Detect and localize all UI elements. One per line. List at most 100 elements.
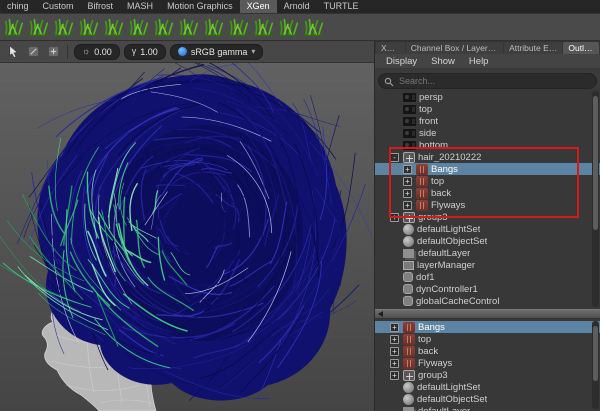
select-cursor-icon[interactable] — [5, 44, 21, 60]
exposure-icon: ☼ — [82, 47, 90, 56]
outliner-menubar: DisplayShowHelp — [375, 54, 600, 69]
panel-menu-display[interactable]: Display — [379, 56, 424, 67]
outliner-row-bangs[interactable]: +Bangs — [375, 321, 600, 333]
gamma-field[interactable]: γ 1.00 — [124, 44, 166, 60]
tab-xgen[interactable]: XGen — [376, 42, 405, 54]
expander-plus-icon[interactable]: + — [403, 201, 412, 210]
menubar-item-motion-graphics[interactable]: Motion Graphics — [160, 0, 240, 13]
outliner-row-dyncontroller1[interactable]: dynController1 — [375, 283, 600, 295]
outliner-row-dof1[interactable]: dof1 — [375, 271, 600, 283]
expander-plus-icon[interactable]: + — [403, 177, 412, 186]
node-label: side — [419, 128, 436, 139]
outliner-row-front[interactable]: front — [375, 115, 600, 127]
menubar-item-ching[interactable]: ching — [0, 0, 36, 13]
outliner-row-globalcachecontrol[interactable]: globalCacheControl — [375, 295, 600, 307]
scrollbar-top[interactable] — [592, 91, 599, 307]
outliner-row-top[interactable]: top — [375, 103, 600, 115]
outliner-row-defaultlayer[interactable]: defaultLayer — [375, 247, 600, 259]
scrollbar-thumb[interactable] — [593, 96, 598, 230]
scrollbar-thumb[interactable] — [593, 326, 598, 381]
node-label: defaultObjectSet — [417, 236, 487, 247]
outliner-row-group3[interactable]: +group3 — [375, 211, 600, 223]
menubar-item-turtle[interactable]: TURTLE — [317, 0, 366, 13]
view-transform-label: sRGB gamma — [191, 47, 248, 57]
expander-plus-icon[interactable]: + — [390, 335, 399, 344]
xgen-grass-icon-11[interactable] — [252, 15, 276, 39]
expander-plus-icon[interactable]: + — [390, 371, 399, 380]
xgen-grass-icon-7[interactable] — [152, 15, 176, 39]
set-icon — [403, 382, 414, 393]
xgen-grass-icon-8[interactable] — [177, 15, 201, 39]
xgen-grass-icon-3[interactable] — [52, 15, 76, 39]
outliner-row-persp[interactable]: persp — [375, 91, 600, 103]
expander-plus-icon[interactable]: + — [390, 323, 399, 332]
outliner-row-defaultlightset[interactable]: defaultLightSet — [375, 223, 600, 235]
view-transform-dropdown[interactable]: sRGB gamma ▾ — [170, 44, 264, 60]
outliner-row-back[interactable]: +back — [375, 187, 600, 199]
toolbar-separator — [67, 45, 68, 59]
tool-icon-2[interactable] — [45, 44, 61, 60]
outliner-row-top[interactable]: +top — [375, 175, 600, 187]
xgen-grass-icon-4[interactable] — [77, 15, 101, 39]
outliner-row-defaultobjectset[interactable]: defaultObjectSet — [375, 393, 600, 405]
exposure-field[interactable]: ☼ 0.00 — [74, 44, 120, 60]
xgen-grass-icon-12[interactable] — [277, 15, 301, 39]
camera-icon — [403, 117, 416, 126]
outliner-row-back[interactable]: +back — [375, 345, 600, 357]
set-icon — [403, 394, 414, 405]
search-icon — [384, 74, 394, 84]
tab-attribute-editor[interactable]: Attribute Editor — [504, 42, 562, 54]
node-label: top — [419, 104, 432, 115]
menubar-item-xgen[interactable]: XGen — [240, 0, 277, 13]
outliner-row-flyways[interactable]: +Flyways — [375, 199, 600, 211]
expander-minus-icon[interactable]: - — [390, 153, 399, 162]
gamma-value: 1.00 — [140, 47, 158, 57]
xgen-grass-icon-6[interactable] — [127, 15, 151, 39]
manager-icon — [403, 261, 414, 270]
expander-plus-icon[interactable]: + — [390, 347, 399, 356]
xgen-grass-icon-2[interactable] — [27, 15, 51, 39]
description-icon — [416, 164, 428, 175]
xgen-grass-icon-13[interactable] — [302, 15, 326, 39]
tab-channel-box-layer-editor[interactable]: Channel Box / Layer Editor — [406, 42, 503, 54]
outliner-row-defaultlightset[interactable]: defaultLightSet — [375, 381, 600, 393]
outliner-row-side[interactable]: side — [375, 127, 600, 139]
node-label: persp — [419, 92, 443, 103]
viewport-3d[interactable] — [0, 63, 374, 411]
menubar-item-mash[interactable]: MASH — [120, 0, 160, 13]
panel-menu-help[interactable]: Help — [462, 56, 496, 67]
set-icon — [403, 224, 414, 235]
expander-plus-icon[interactable]: + — [403, 165, 412, 174]
panel-menu-show[interactable]: Show — [424, 56, 462, 67]
outliner-row-flyways[interactable]: + Flyways — [375, 357, 600, 369]
search-input[interactable] — [378, 73, 597, 89]
description-icon — [403, 346, 415, 357]
outliner-row-defaultlayer[interactable]: defaultLayer — [375, 405, 600, 411]
xgen-grass-icon-1[interactable] — [2, 15, 26, 39]
tree-indent — [390, 193, 403, 194]
outliner-row-top[interactable]: +top — [375, 333, 600, 345]
tool-icon-1[interactable] — [25, 44, 41, 60]
menubar-item-custom[interactable]: Custom — [36, 0, 81, 13]
xgen-grass-icon-9[interactable] — [202, 15, 226, 39]
xgen-grass-icon-5[interactable] — [102, 15, 126, 39]
outliner-row-hair-20210222[interactable]: -hair_20210222 — [375, 151, 600, 163]
camera-icon — [403, 93, 416, 102]
node-label: defaultLightSet — [417, 224, 480, 235]
outliner-row-bottom[interactable]: bottom — [375, 139, 600, 151]
menubar-item-bifrost[interactable]: Bifrost — [81, 0, 121, 13]
outliner-row-group3[interactable]: +group3 — [375, 369, 600, 381]
expander-plus-icon[interactable]: + — [403, 189, 412, 198]
outliner-row-layermanager[interactable]: layerManager — [375, 259, 600, 271]
expander-plus-icon[interactable]: + — [390, 213, 399, 222]
tab-outliner[interactable]: Outliner — [563, 42, 599, 54]
xgen-grass-icon-10[interactable] — [227, 15, 251, 39]
expander-plus-icon[interactable]: + — [390, 359, 399, 368]
outliner-row-bangs[interactable]: +Bangs — [375, 163, 600, 175]
scrollbar-bottom[interactable] — [592, 321, 599, 409]
menubar-item-arnold[interactable]: Arnold — [277, 0, 317, 13]
panel-splitter[interactable] — [375, 309, 600, 319]
node-label: Flyways — [418, 358, 452, 369]
node-label: defaultLayer — [418, 248, 470, 259]
outliner-row-defaultobjectset[interactable]: defaultObjectSet — [375, 235, 600, 247]
